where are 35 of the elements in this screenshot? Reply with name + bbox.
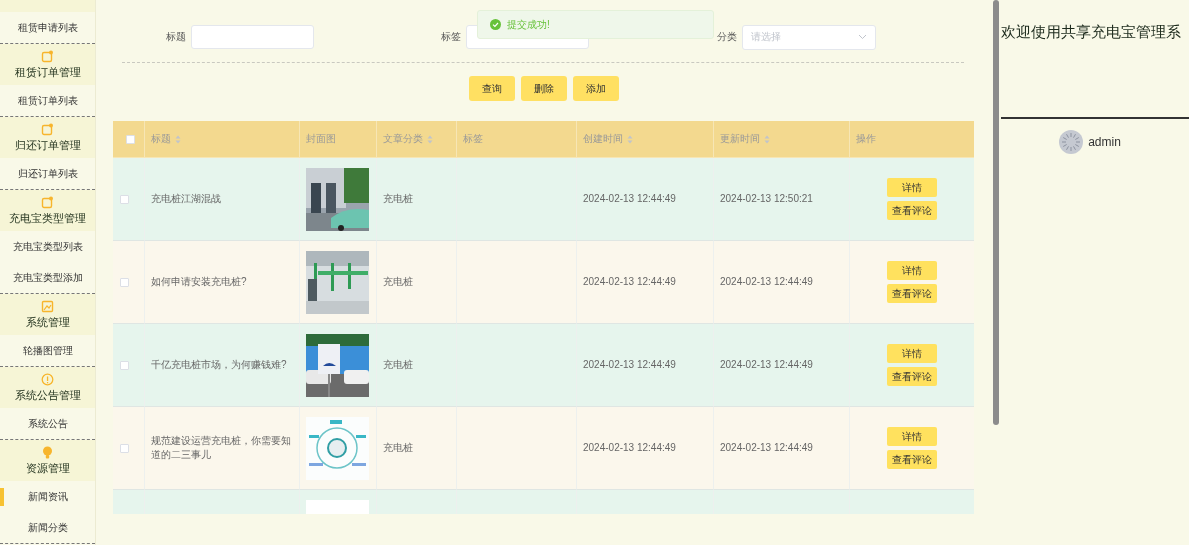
table-cell: 2024-02-13 12:44:49 [720,275,813,289]
column-header: 标签 [463,132,483,146]
field-label: 标签 [441,30,463,44]
table-cell: 充电桩 [383,441,413,455]
table-cell: 充电桩江湖混战 [151,192,221,206]
table-cell: 充电桩 [383,358,413,372]
table-cell: 充电桩 [383,275,413,289]
table-cell: 如何申请安装充电桩? [151,275,247,289]
column-header: 封面图 [306,132,336,146]
menu-group-title: 归还订单管理 [14,137,81,153]
table-cell: 2024-02-13 12:50:21 [720,192,813,206]
table-cell: 2024-02-13 12:44:49 [583,358,676,372]
table-cell: 千亿充电桩市场，为何赚钱难? [151,358,287,372]
field-label: 标题 [166,30,187,44]
menu-group-title: 充电宝类型管理 [9,210,86,226]
username: admin [1088,135,1121,149]
table-cell: 2024-02-13 12:44:49 [583,192,676,206]
column-header: 标题 [151,132,171,146]
column-header: 创建时间 [583,132,623,146]
table-cell: 充电桩 [383,192,413,206]
table-cell-text: 规范建设运营充电桩，你需要知道的二三事儿 [151,434,292,462]
column-header: 更新时间 [720,132,760,146]
menu-group-title: 租赁订单管理 [14,64,81,80]
table-cell: 2024-02-13 12:44:49 [720,441,813,455]
table-cell: 2024-02-13 12:44:49 [583,441,676,455]
menu-group-title: 系统公告管理 [14,387,81,403]
menu-group-title: 资源管理 [25,460,70,476]
column-header: 文章分类 [383,132,423,146]
table-cell: 2024-02-13 12:44:49 [583,275,676,289]
toast-text: 提交成功! [507,17,550,32]
column-header: 操作 [856,132,876,146]
table-cell: 2024-02-13 12:44:49 [720,358,813,372]
menu-group-title: 系统管理 [25,314,70,330]
welcome-title: 欢迎使用共享充电宝管理系 [1001,23,1182,42]
field-label: 分类 [716,30,738,44]
